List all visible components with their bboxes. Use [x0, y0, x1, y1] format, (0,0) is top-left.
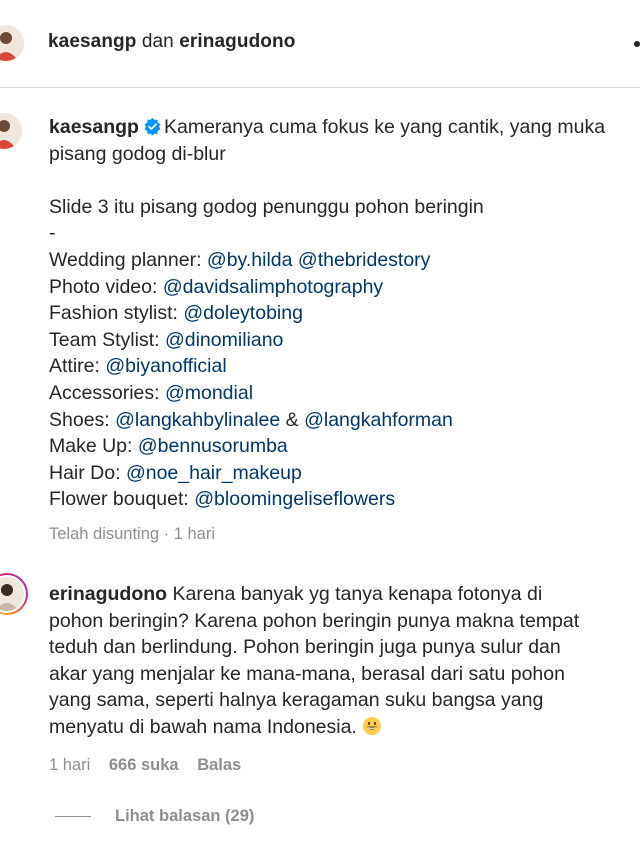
mention-link[interactable]: @langkahbylinalee [115, 409, 280, 431]
view-replies-button[interactable]: Lihat balasan (29) [55, 807, 254, 826]
mention-link[interactable]: @doleytobing [183, 302, 303, 324]
comment-avatar[interactable] [0, 573, 28, 615]
comment-text-line-3: teduh dan berlindung. Pohon beringin jug… [49, 636, 561, 659]
header-username-2[interactable]: erinagudono [179, 31, 295, 52]
mention-link[interactable]: @langkahforman [304, 409, 453, 431]
replies-divider [55, 816, 91, 818]
mention-link[interactable]: @biyanofficial [105, 355, 226, 377]
caption-text-line-1: Kameranya cuma fokus ke yang cantik, yan… [163, 116, 606, 138]
caption-dash: - [49, 222, 56, 245]
caption-text-line-3: Slide 3 itu pisang godog penunggu pohon … [49, 195, 484, 218]
credit-separator: & [280, 408, 305, 431]
header-avatar[interactable] [0, 25, 24, 61]
grinning-face-emoji-icon [363, 716, 382, 735]
comment-text-line-5: yang sama, seperti halnya keragaman suku… [49, 689, 544, 712]
credit-label: Wedding planner: [49, 248, 207, 271]
caption-text-line-2: pisang godog di-blur [49, 142, 226, 165]
credit-label: Attire: [49, 355, 106, 378]
credit-label: Photo video: [49, 275, 163, 298]
header-conjunction: dan [141, 31, 174, 52]
comment: erinagudono Karena banyak yg tanya kenap… [49, 581, 640, 741]
credit-label: Make Up: [49, 435, 138, 458]
comment-username[interactable]: erinagudono [49, 583, 167, 605]
comment-text-line-6: menyatu di bawah nama Indonesia. [49, 715, 363, 738]
credit-label: Shoes: [49, 408, 116, 431]
mention-link[interactable]: @davidsalimphotography [163, 276, 383, 298]
post-header: kaesangp dan erinagudono [0, 0, 640, 88]
view-replies-label: Lihat balasan (29) [115, 807, 255, 825]
caption-username[interactable]: kaesangp [49, 116, 139, 138]
caption-avatar[interactable] [0, 113, 22, 149]
mention-link[interactable]: @by.hilda [207, 249, 293, 271]
caption: kaesangp Kameranya cuma fokus ke yang can… [49, 114, 640, 513]
comment-text-line-4: akar yang menjalar ke mana-mana, berasal… [49, 662, 565, 685]
comment-likes[interactable]: 666 suka [109, 756, 179, 774]
mention-link[interactable]: @bloomingeliseflowers [194, 488, 395, 510]
mention-link[interactable]: @dinomiliano [165, 329, 283, 351]
credit-label: Team Stylist: [49, 328, 165, 351]
more-options-icon[interactable] [634, 41, 640, 47]
caption-meta: Telah disunting · 1 hari [49, 525, 216, 543]
mention-link[interactable]: @bennusorumba [138, 435, 288, 457]
mention-link[interactable]: @thebridestory [298, 249, 431, 271]
credit-label: Fashion stylist: [49, 302, 184, 325]
comment-text-line-2: pohon beringin? Karena pohon beringin pu… [49, 609, 580, 632]
credit-label: Flower bouquet: [49, 488, 195, 511]
comment-meta: 1 hari 666 suka Balas [49, 756, 255, 775]
header-username-1[interactable]: kaesangp [48, 31, 136, 52]
credits-list: Wedding planner: @by.hilda @thebridestor… [49, 249, 453, 510]
verified-badge-icon [144, 117, 161, 136]
reply-button[interactable]: Balas [197, 756, 241, 774]
mention-link[interactable]: @noe_hair_makeup [126, 462, 302, 484]
header-title: kaesangp dan erinagudono [48, 31, 295, 53]
credit-label: Hair Do: [49, 461, 126, 484]
mention-link[interactable]: @mondial [165, 382, 253, 404]
comment-time: 1 hari [49, 756, 91, 774]
credit-label: Accessories: [49, 381, 165, 404]
comment-text-line-1: Karena banyak yg tanya kenapa fotonya di [167, 583, 543, 605]
